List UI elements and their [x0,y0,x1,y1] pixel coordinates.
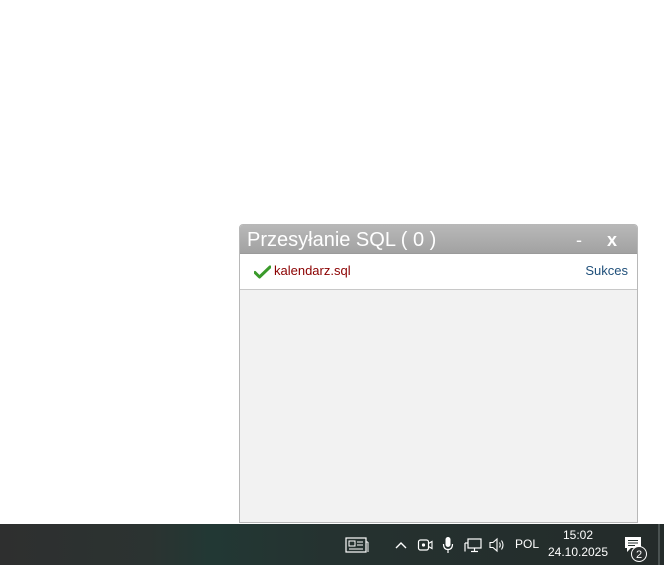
network-icon[interactable] [462,524,484,565]
clock-date: 24.10.2025 [547,545,609,559]
file-row: kalendarz.sql Sukces [240,254,637,290]
chevron-up-icon[interactable] [392,524,410,565]
file-status: Sukces [585,263,628,278]
taskbar: POL 15:02 24.10.2025 [0,524,664,565]
news-widget-icon[interactable] [342,524,372,565]
file-name: kalendarz.sql [274,263,351,278]
clock-time: 15:02 [562,528,594,542]
camera-icon[interactable] [416,524,434,565]
notification-badge: 2 [631,546,647,562]
volume-icon[interactable] [486,524,508,565]
microphone-icon[interactable] [440,524,456,565]
language-indicator[interactable]: POL [512,536,542,552]
panel-title: Przesyłanie SQL ( 0 ) [247,229,437,251]
sql-upload-panel: Przesyłanie SQL ( 0 ) - x kalendarz.sql … [239,224,638,523]
check-icon [254,265,271,279]
panel-header[interactable]: Przesyłanie SQL ( 0 ) - x [240,225,637,254]
close-button[interactable]: x [602,229,622,251]
clock[interactable]: 15:02 24.10.2025 [545,527,611,561]
notification-count: 2 [636,549,642,561]
show-desktop-button[interactable] [658,524,660,565]
minimize-button[interactable]: - [569,229,589,251]
